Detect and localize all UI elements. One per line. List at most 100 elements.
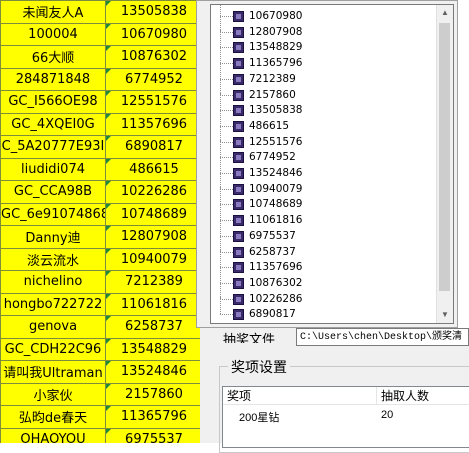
tree-item[interactable]: 6774952 — [211, 140, 441, 166]
tree-item[interactable]: 7212389 — [211, 61, 441, 88]
sheet-row: 请叫我Ultraman 13524846 — [0, 360, 200, 384]
tree-item[interactable]: 13548829 — [211, 30, 441, 56]
sheet-cell-name[interactable]: GC_I566OE98 — [0, 90, 106, 114]
sheet-cell-id[interactable]: 11365796 — [105, 405, 200, 429]
tree-connector — [220, 157, 233, 159]
sheet-cell-id[interactable]: 10876302 — [105, 45, 200, 69]
tree-item[interactable]: 11357696 — [211, 250, 441, 276]
sheet-cell-id[interactable]: 2157860 — [105, 382, 200, 406]
count-column-header[interactable]: 抽取人数 — [377, 387, 469, 405]
tree-connector — [220, 93, 221, 111]
node-icon — [233, 199, 244, 211]
sheet-cell-name[interactable]: GC_CDH22C96 — [0, 337, 106, 361]
tree-item[interactable]: 486615 — [211, 108, 441, 135]
tree-item[interactable]: 2157860 — [211, 77, 441, 104]
sheet-cell-name[interactable]: C_5A20777E93I — [0, 135, 106, 159]
sheet-cell-id[interactable]: 11357696 — [105, 112, 200, 136]
tree-item[interactable]: 10940079 — [211, 171, 441, 198]
tree-item-label: 11357696 — [249, 261, 303, 274]
sheet-cell-id[interactable]: 11061816 — [105, 292, 200, 316]
prize-column-header[interactable]: 奖项 — [223, 387, 377, 405]
sheet-cell-name[interactable]: 66大顺 — [0, 45, 106, 69]
sheet-cell-name[interactable]: Danny迪 — [0, 225, 106, 249]
tree-connector — [220, 124, 221, 142]
sheet-cell-name[interactable]: GC_4XQEI0G — [0, 112, 106, 136]
tree-item[interactable]: 6890817 — [211, 297, 441, 323]
participant-tree[interactable]: 10670980 12807908 13548829 11365796 7212389 2… — [210, 4, 454, 324]
tree-item-label: 11365796 — [249, 57, 303, 70]
sheet-cell-id[interactable]: 6975537 — [105, 427, 200, 443]
sheet-cell-name[interactable]: GC_CCA98B — [0, 180, 106, 204]
tree-item[interactable]: 10670980 — [211, 5, 441, 25]
sheet-cell-id[interactable]: 486615 — [105, 157, 200, 181]
tree-item[interactable]: 10748689 — [211, 187, 441, 213]
sheet-cell-name[interactable]: 100004 — [0, 22, 106, 46]
tree-item-label: 486615 — [249, 119, 290, 132]
sheet-cell-name[interactable]: 小家伙 — [0, 382, 106, 406]
tree-item-label: 10670980 — [249, 10, 303, 22]
tree-item[interactable]: 13505838 — [211, 93, 441, 119]
lottery-file-path-input[interactable]: C:\Users\chen\Desktop\颁奖清 — [296, 328, 469, 346]
sheet-cell-name[interactable]: GC_6e91074868 — [0, 202, 106, 226]
sheet-cell-id[interactable]: 7212389 — [105, 270, 200, 294]
tree-connector — [220, 94, 233, 96]
tree-item-label: 10748689 — [249, 198, 303, 211]
scroll-up-arrow-icon[interactable]: ▲ — [437, 5, 453, 21]
tree-item[interactable]: 11365796 — [211, 46, 441, 72]
sheet-cell-id[interactable]: 12551576 — [105, 90, 200, 114]
tree-item[interactable]: 12807908 — [211, 14, 441, 41]
scroll-thumb[interactable] — [439, 23, 450, 291]
sheet-cell-name[interactable]: 请叫我Ultraman — [0, 360, 106, 384]
sheet-cell-id[interactable]: 6890817 — [105, 135, 200, 159]
spreadsheet[interactable]: 未闻友人A 13505838 100004 10670980 66大顺 10876302 2… — [0, 0, 200, 443]
sheet-cell-name[interactable]: genova — [0, 315, 106, 339]
scroll-down-arrow-icon[interactable]: ▼ — [437, 307, 453, 323]
tree-item[interactable]: 6975537 — [211, 218, 441, 245]
tree-vertical-scrollbar[interactable]: ▲ ▼ — [436, 5, 453, 323]
sheet-cell-id[interactable]: 10748689 — [105, 202, 200, 226]
tree-item[interactable]: 10226286 — [211, 281, 441, 308]
sheet-cell-name[interactable]: 284871848 — [0, 67, 106, 91]
sheet-cell-name[interactable]: 未闻友人A — [0, 0, 106, 24]
sheet-cell-name[interactable]: nichelino — [0, 270, 106, 294]
sheet-row: 284871848 6774952 — [0, 67, 200, 91]
tree-connector — [220, 298, 233, 300]
tree-connector — [220, 314, 233, 316]
spreadsheet-table: 未闻友人A 13505838 100004 10670980 66大顺 10876302 2… — [0, 0, 200, 443]
sheet-cell-name[interactable]: 淡云流水 — [0, 247, 106, 271]
sheet-row: nichelino 7212389 — [0, 270, 200, 294]
sheet-cell-id[interactable]: 6258737 — [105, 315, 200, 339]
node-icon — [233, 183, 244, 195]
prize-cell[interactable]: 200星钻 — [239, 409, 279, 425]
tree-item[interactable]: 6258737 — [211, 234, 441, 261]
sheet-row: C_5A20777E93I 6890817 — [0, 135, 200, 159]
node-icon — [233, 42, 244, 54]
tree-item-label: 2157860 — [249, 88, 296, 101]
tree-connector — [220, 220, 233, 222]
sheet-cell-id[interactable]: 10940079 — [105, 247, 200, 271]
sheet-cell-id[interactable]: 13548829 — [105, 337, 200, 361]
tree-item[interactable]: 11061816 — [211, 203, 441, 229]
tree-connector — [220, 188, 233, 190]
sheet-cell-id[interactable]: 10670980 — [105, 22, 200, 46]
sheet-cell-name[interactable]: OHAOYOU — [0, 427, 106, 443]
tree-item[interactable]: 10876302 — [211, 265, 441, 292]
prize-table[interactable]: 奖项 抽取人数 200星钻 20 — [222, 386, 469, 448]
count-cell[interactable]: 20 — [381, 409, 393, 421]
sheet-cell-id[interactable]: 12807908 — [105, 225, 200, 249]
tree-item[interactable]: 12551576 — [211, 124, 441, 151]
tree-connector — [220, 14, 221, 32]
sheet-cell-id[interactable]: 6774952 — [105, 67, 200, 91]
tree-item[interactable]: 13524846 — [211, 156, 441, 182]
tree-connector — [220, 16, 233, 17]
sheet-cell-id[interactable]: 13524846 — [105, 360, 200, 384]
sheet-row: 小家伙 2157860 — [0, 382, 200, 406]
sheet-cell-id[interactable]: 13505838 — [105, 0, 200, 24]
sheet-cell-id[interactable]: 10226286 — [105, 180, 200, 204]
sheet-row: 未闻友人A 13505838 — [0, 0, 200, 24]
sheet-cell-name[interactable]: liudidi074 — [0, 157, 106, 181]
sheet-cell-name[interactable]: 弘昀de春天 — [0, 405, 106, 429]
sheet-row: genova 6258737 — [0, 315, 200, 339]
sheet-cell-name[interactable]: hongbo722722 — [0, 292, 106, 316]
node-icon — [233, 262, 244, 274]
